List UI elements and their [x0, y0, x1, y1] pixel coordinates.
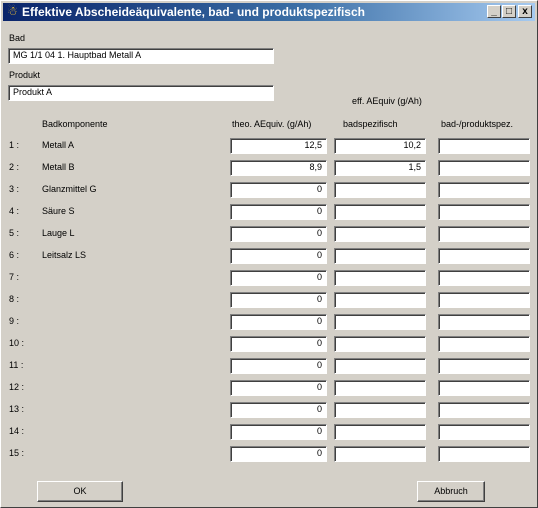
component-name: Metall A [42, 140, 75, 150]
badspezifisch-field[interactable] [334, 292, 426, 308]
produktspez-field[interactable] [438, 248, 530, 264]
badspezifisch-field[interactable] [334, 248, 426, 264]
component-name: Lauge L [42, 228, 75, 238]
badspezifisch-field[interactable] [334, 314, 426, 330]
row-number: 4 : [9, 206, 20, 216]
produktspez-field[interactable] [438, 160, 530, 176]
badspezifisch-field[interactable] [334, 358, 426, 374]
produktspez-field[interactable] [438, 446, 530, 462]
row-number: 1 : [9, 140, 20, 150]
theo-aequiv-field[interactable]: 0 [230, 402, 327, 418]
theo-aequiv-field[interactable]: 0 [230, 446, 327, 462]
badspezifisch-field[interactable] [334, 182, 426, 198]
badspezifisch-field[interactable] [334, 424, 426, 440]
produkt-label: Produkt [9, 70, 41, 80]
row-number: 10 : [9, 338, 25, 348]
cancel-button[interactable]: Abbruch [417, 481, 485, 502]
title-bar[interactable]: ☃ Effektive Abscheideäquivalente, bad- u… [3, 3, 535, 21]
produktspez-field[interactable] [438, 402, 530, 418]
theo-aequiv-field[interactable]: 8,9 [230, 160, 327, 176]
ok-button[interactable]: OK [37, 481, 123, 502]
component-name: Säure S [42, 206, 75, 216]
produkt-field[interactable]: Produkt A [8, 85, 274, 101]
app-icon: ☃ [7, 4, 18, 18]
window-title: Effektive Abscheideäquivalente, bad- und… [22, 5, 365, 19]
row-number: 12 : [9, 382, 25, 392]
theo-aequiv-header: theo. AEquiv. (g/Ah) [232, 119, 312, 129]
row-number: 13 : [9, 404, 25, 414]
row-number: 11 : [9, 360, 24, 370]
badspezifisch-field[interactable] [334, 270, 426, 286]
badspezifisch-field[interactable] [334, 380, 426, 396]
badspezifisch-field[interactable] [334, 336, 426, 352]
produktspez-field[interactable] [438, 380, 530, 396]
row-number: 6 : [9, 250, 20, 260]
badspezifisch-field[interactable] [334, 446, 426, 462]
row-number: 8 : [9, 294, 20, 304]
bad-field[interactable]: MG 1/1 04 1. Hauptbad Metall A [8, 48, 274, 64]
produktspez-field[interactable] [438, 424, 530, 440]
dialog-window: ☃ Effektive Abscheideäquivalente, bad- u… [0, 0, 538, 508]
produktspez-field[interactable] [438, 292, 530, 308]
theo-aequiv-field[interactable]: 0 [230, 270, 327, 286]
theo-aequiv-field[interactable]: 0 [230, 380, 327, 396]
theo-aequiv-field[interactable]: 0 [230, 248, 327, 264]
produktspez-field[interactable] [438, 314, 530, 330]
theo-aequiv-field[interactable]: 0 [230, 424, 327, 440]
badkomponente-header: Badkomponente [42, 119, 108, 129]
theo-aequiv-field[interactable]: 0 [230, 182, 327, 198]
badspezifisch-field[interactable] [334, 204, 426, 220]
row-number: 15 : [9, 448, 25, 458]
produktspez-field[interactable] [438, 358, 530, 374]
produktspez-field[interactable] [438, 270, 530, 286]
badspezifisch-field[interactable]: 10,2 [334, 138, 426, 154]
badspezifisch-field[interactable]: 1,5 [334, 160, 426, 176]
theo-aequiv-field[interactable]: 0 [230, 204, 327, 220]
row-number: 14 : [9, 426, 25, 436]
row-number: 9 : [9, 316, 20, 326]
theo-aequiv-field[interactable]: 0 [230, 314, 327, 330]
badspezifisch-field[interactable] [334, 226, 426, 242]
bad-label: Bad [9, 33, 26, 43]
theo-aequiv-field[interactable]: 0 [230, 226, 327, 242]
row-number: 5 : [9, 228, 20, 238]
produktspez-field[interactable] [438, 336, 530, 352]
component-name: Metall B [42, 162, 75, 172]
minimize-button[interactable]: _ [487, 5, 501, 18]
eff-aequiv-header: eff. AEquiv (g/Ah) [352, 96, 422, 106]
component-name: Leitsalz LS [42, 250, 87, 260]
row-number: 7 : [9, 272, 20, 282]
maximize-button[interactable]: □ [502, 5, 516, 18]
badspezifisch-header: badspezifisch [343, 119, 398, 129]
theo-aequiv-field[interactable]: 0 [230, 292, 327, 308]
produktspez-field[interactable] [438, 204, 530, 220]
row-number: 3 : [9, 184, 20, 194]
produktspez-header: bad-/produktspez. [441, 119, 514, 129]
badspezifisch-field[interactable] [334, 402, 426, 418]
produktspez-field[interactable] [438, 182, 530, 198]
close-button[interactable]: x [518, 5, 532, 18]
component-name: Glanzmittel G [42, 184, 97, 194]
produktspez-field[interactable] [438, 226, 530, 242]
theo-aequiv-field[interactable]: 12,5 [230, 138, 327, 154]
theo-aequiv-field[interactable]: 0 [230, 358, 327, 374]
row-number: 2 : [9, 162, 20, 172]
produktspez-field[interactable] [438, 138, 530, 154]
theo-aequiv-field[interactable]: 0 [230, 336, 327, 352]
